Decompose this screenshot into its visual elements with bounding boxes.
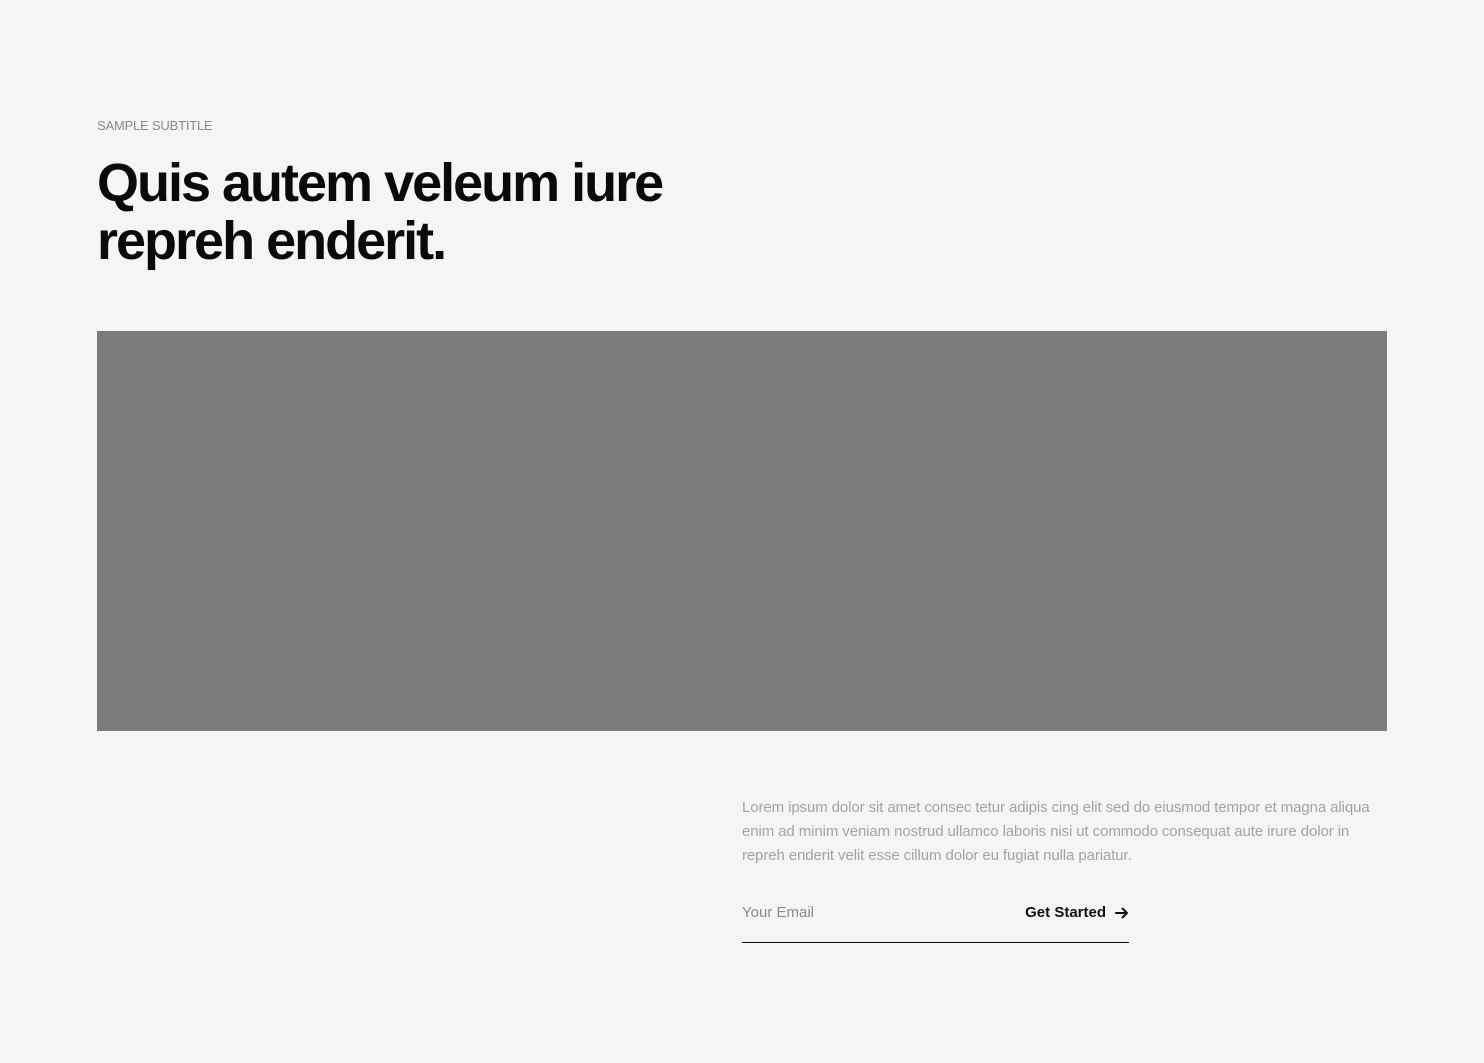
section-subtitle: SAMPLE SUBTITLE xyxy=(97,118,213,133)
get-started-button[interactable]: Get Started xyxy=(1025,904,1129,921)
hero-image-placeholder xyxy=(97,331,1387,731)
email-signup-form: Get Started xyxy=(742,896,1129,943)
page: SAMPLE SUBTITLE Quis autem veleum iure r… xyxy=(0,0,1484,1063)
page-title: Quis autem veleum iure repreh enderit. xyxy=(97,153,664,271)
get-started-label: Get Started xyxy=(1025,904,1106,921)
arrow-right-icon xyxy=(1115,906,1129,920)
email-field[interactable] xyxy=(742,900,1002,924)
body-paragraph: Lorem ipsum dolor sit amet consec tetur … xyxy=(742,799,1370,864)
